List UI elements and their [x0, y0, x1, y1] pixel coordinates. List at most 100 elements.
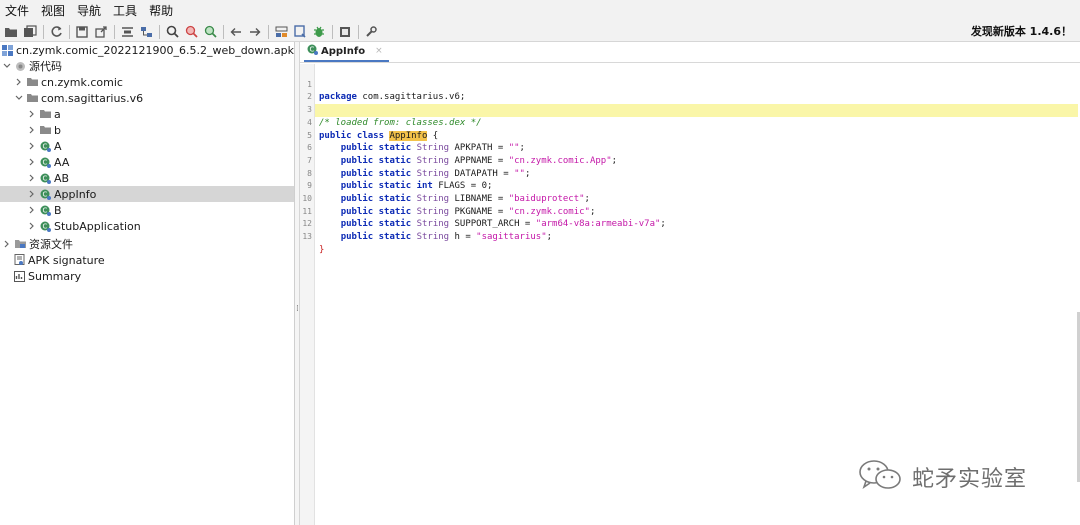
tree-item-summary[interactable]: Summary [0, 268, 294, 284]
code-line: 12 public static String h = "sagittarius… [302, 206, 1078, 242]
tree-item-label: com.sagittarius.v6 [41, 91, 144, 105]
chevron-down-icon[interactable] [2, 61, 12, 71]
flatten-icon[interactable] [119, 24, 135, 40]
settings-icon[interactable] [363, 24, 379, 40]
menu-file[interactable]: 文件 [0, 0, 35, 22]
tree-item-label: a [54, 107, 61, 121]
menu-navigate[interactable]: 导航 [71, 0, 107, 22]
chevron-right-icon[interactable] [14, 77, 24, 87]
tree-item-label: B [54, 203, 62, 217]
decompile-icon[interactable] [292, 24, 308, 40]
summary-chart-icon [14, 270, 25, 282]
package-icon [40, 109, 51, 120]
code-line: 8 public static int FLAGS = 0; [307, 155, 1078, 192]
tree-item-label: AB [54, 171, 70, 185]
tree-icon[interactable] [138, 24, 154, 40]
keyword: public static [340, 232, 412, 243]
tree-item-class-B[interactable]: C B [0, 202, 294, 218]
string-literal: "sagittarius" [476, 232, 547, 243]
tab-label: AppInfo [321, 45, 366, 57]
svg-text:C: C [43, 142, 48, 150]
line-number: 9 [307, 181, 312, 191]
find-class-icon[interactable] [183, 24, 199, 40]
tree-item-apk-signature[interactable]: APK signature [0, 252, 294, 268]
code-line: 11 public static String SUPPORT_ARCH = "… [302, 193, 1078, 230]
code-line-highlighted: 4 public class AppInfo { [307, 104, 1078, 141]
menu-bar: 文件 视图 导航 工具 帮助 [0, 0, 1080, 22]
tree-item-resources[interactable]: 资源文件 [0, 236, 294, 252]
tree-item-label: StubApplication [54, 219, 141, 233]
chevron-right-icon[interactable] [27, 173, 37, 183]
code-editor: C AppInfo × 1 package com.sagittarius.v6… [300, 42, 1080, 525]
chevron-right-icon[interactable] [27, 109, 37, 119]
save-icon[interactable] [74, 24, 90, 40]
open-folder-icon[interactable] [3, 24, 19, 40]
type: String [416, 232, 450, 243]
code-text: h = [449, 232, 477, 243]
code-line: 2 [307, 79, 1078, 101]
tree-item-package-com-sagittarius-v6[interactable]: com.sagittarius.v6 [0, 90, 294, 106]
watermark: 蛇矛实验室 [858, 458, 1027, 495]
editor-tab-bar: C AppInfo × [300, 42, 1080, 63]
refresh-icon[interactable] [48, 24, 64, 40]
chevron-right-icon[interactable] [27, 205, 37, 215]
code-line: 5 public static String APKPATH = ""; [307, 117, 1078, 154]
close-icon[interactable]: × [375, 46, 383, 56]
tree-item-class-A[interactable]: C A [0, 138, 294, 154]
code-line: 1 package com.sagittarius.v6; [307, 66, 1078, 103]
toolbar-separator [113, 24, 115, 39]
log-icon[interactable] [337, 24, 353, 40]
source-folder-icon [15, 61, 26, 72]
class-icon: C [307, 44, 318, 58]
toolbar-separator [267, 24, 269, 39]
tree-item-label: A [54, 139, 62, 153]
certificate-icon [14, 254, 25, 266]
class-icon: C [40, 141, 51, 152]
chevron-right-icon[interactable] [2, 239, 12, 249]
tree-item-apk-root[interactable]: cn.zymk.comic_2022121900_6.5.2_web_down.… [0, 42, 294, 58]
svg-text:C: C [310, 46, 315, 54]
tree-item-class-AB[interactable]: C AB [0, 170, 294, 186]
line-number: 13 [302, 232, 312, 242]
line-number: 7 [307, 155, 312, 165]
tree-item-package-a[interactable]: a [0, 106, 294, 122]
code-line: 3 /* loaded from: classes.dex */ [307, 91, 1078, 128]
tree-item-class-StubApplication[interactable]: C StubApplication [0, 218, 294, 234]
line-number: 8 [307, 168, 312, 178]
toolbar-separator [357, 24, 359, 39]
menu-view[interactable]: 视图 [35, 0, 71, 22]
forward-icon[interactable] [247, 24, 263, 40]
chevron-right-icon[interactable] [27, 125, 37, 135]
tree-item-class-AppInfo[interactable]: C AppInfo [0, 186, 294, 202]
chevron-right-icon[interactable] [27, 141, 37, 151]
menu-help[interactable]: 帮助 [143, 0, 179, 22]
tree-item-package-b[interactable]: b [0, 122, 294, 138]
toolbar-separator [331, 24, 333, 39]
tree-item-label: AppInfo [54, 187, 97, 201]
search-icon[interactable] [164, 24, 180, 40]
back-icon[interactable] [228, 24, 244, 40]
debug-icon[interactable] [311, 24, 327, 40]
tree-item-package-cn-zymk-comic[interactable]: cn.zymk.comic [0, 74, 294, 90]
chevron-right-icon[interactable] [27, 221, 37, 231]
line-number: 5 [307, 130, 312, 140]
chevron-down-icon[interactable] [14, 93, 24, 103]
tree-item-source-code[interactable]: 源代码 [0, 58, 294, 74]
line-number: 2 [307, 92, 312, 102]
line-number: 4 [307, 117, 312, 127]
save-all-icon[interactable] [22, 24, 38, 40]
menu-tools[interactable]: 工具 [107, 0, 143, 22]
chevron-right-icon[interactable] [27, 189, 37, 199]
class-icon: C [40, 205, 51, 216]
chevron-right-icon[interactable] [27, 157, 37, 167]
deobfuscate-icon[interactable] [273, 24, 289, 40]
code-area[interactable]: 1 package com.sagittarius.v6; 2 3 /* loa… [302, 64, 1080, 525]
find-usage-icon[interactable] [202, 24, 218, 40]
svg-text:C: C [43, 206, 48, 214]
export-icon[interactable] [93, 24, 109, 40]
update-available-notice[interactable]: 发现新版本 1.4.6！ [971, 22, 1072, 41]
tab-appinfo[interactable]: C AppInfo × [304, 42, 389, 62]
tree-item-class-AA[interactable]: C AA [0, 154, 294, 170]
tree-item-label: 资源文件 [29, 238, 73, 251]
splitter-grip-icon[interactable]: ⁞ [296, 304, 299, 314]
